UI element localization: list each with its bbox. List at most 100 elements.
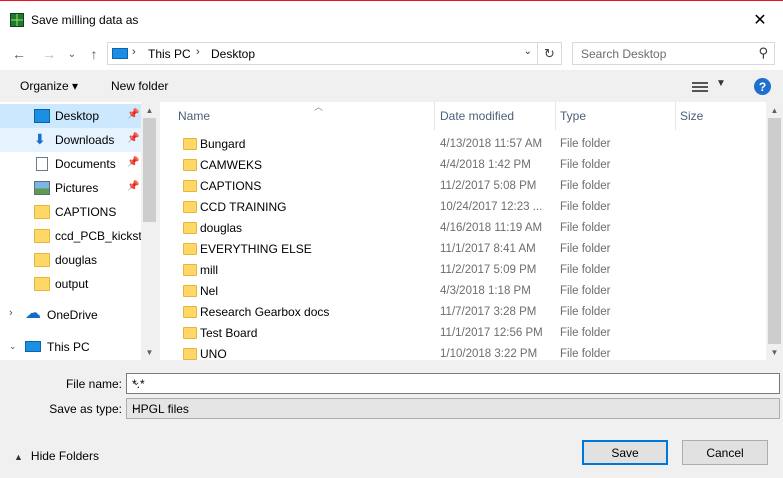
column-header-type[interactable]: Type: [556, 102, 676, 130]
file-list-pane: Name ︿ Date modified Type Size Bungard 4…: [160, 102, 783, 360]
back-arrow-icon[interactable]: ←: [9, 44, 29, 64]
address-bar[interactable]: › This PC › Desktop ⌄ ↻: [107, 42, 562, 65]
folder-icon: [183, 201, 197, 213]
file-name-label: File name:: [65, 377, 122, 391]
refresh-icon[interactable]: ↻: [537, 43, 561, 64]
breadcrumb-this-pc[interactable]: This PC: [148, 47, 191, 61]
folder-icon: [183, 138, 197, 150]
file-name: Bungard: [200, 137, 246, 151]
this-pc-icon: [112, 48, 128, 59]
folder-icon: [34, 253, 50, 267]
file-row[interactable]: Test Board 11/1/2017 12:56 PM File folde…: [160, 323, 766, 344]
command-toolbar: Organize ▾ New folder ▼ ?: [0, 70, 783, 102]
file-row[interactable]: mill 11/2/2017 5:09 PM File folder: [160, 260, 766, 281]
sort-ascending-icon: ︿: [314, 102, 324, 112]
recent-locations-chevron-icon[interactable]: ⌄: [62, 44, 82, 64]
close-button[interactable]: ✕: [737, 1, 783, 39]
file-row[interactable]: Bungard 4/13/2018 11:57 AM File folder: [160, 134, 766, 155]
window-title: Save milling data as: [31, 13, 139, 27]
scroll-up-icon[interactable]: ▲: [141, 102, 158, 118]
pin-icon: 📌: [127, 133, 140, 144]
file-date: 11/2/2017 5:09 PM: [440, 264, 537, 276]
file-date: 4/3/2018 1:18 PM: [440, 285, 531, 297]
save-button[interactable]: Save: [582, 440, 668, 465]
sidebar-item-ccd-pcb[interactable]: ccd_PCB_kicksta: [0, 224, 141, 248]
file-row[interactable]: EVERYTHING ELSE 11/1/2017 8:41 AM File f…: [160, 239, 766, 260]
search-box[interactable]: Search Desktop ⚲: [572, 42, 775, 65]
file-row[interactable]: CCD TRAINING 10/24/2017 12:23 ... File f…: [160, 197, 766, 218]
navigation-pane: Desktop 📌 ⬇ Downloads 📌 Documents 📌 Pict…: [0, 102, 158, 360]
file-row[interactable]: Nel 4/3/2018 1:18 PM File folder: [160, 281, 766, 302]
cancel-button[interactable]: Cancel: [682, 440, 768, 465]
sidebar-item-label: output: [55, 277, 89, 291]
folder-icon: [34, 229, 50, 243]
scroll-up-icon[interactable]: ▲: [766, 102, 783, 118]
sidebar-item-pictures[interactable]: Pictures 📌: [0, 176, 141, 200]
folder-icon: [183, 327, 197, 339]
forward-arrow-icon[interactable]: →: [39, 44, 59, 64]
file-row[interactable]: CAMWEKS 4/4/2018 1:42 PM File folder: [160, 155, 766, 176]
sidebar-item-output[interactable]: output: [0, 272, 141, 296]
folder-icon: [183, 285, 197, 297]
file-type: File folder: [560, 327, 611, 339]
sidebar-item-label: This PC: [47, 340, 90, 354]
folder-icon: [183, 222, 197, 234]
file-name-input[interactable]: *.* ⌄: [126, 373, 780, 394]
breadcrumb-desktop[interactable]: Desktop: [211, 47, 255, 61]
sidebar-item-onedrive[interactable]: › ☁ OneDrive: [0, 303, 141, 327]
save-type-select[interactable]: HPGL files ⌄: [126, 398, 780, 419]
folder-icon: [183, 348, 197, 360]
search-icon: ⚲: [758, 45, 768, 60]
column-header-date[interactable]: Date modified: [436, 102, 556, 130]
file-type: File folder: [560, 222, 611, 234]
address-dropdown-icon[interactable]: ⌄: [524, 46, 532, 57]
sidebar-item-downloads[interactable]: ⬇ Downloads 📌: [0, 128, 141, 152]
file-name: CAMWEKS: [200, 158, 263, 172]
title-bar: Save milling data as ✕: [0, 0, 783, 38]
file-date: 10/24/2017 12:23 ...: [440, 201, 543, 213]
scrollbar-thumb[interactable]: [143, 118, 156, 222]
file-row[interactable]: Research Gearbox docs 11/7/2017 3:28 PM …: [160, 302, 766, 323]
breadcrumb-separator-icon: ›: [196, 46, 200, 58]
navigation-pane-scrollbar[interactable]: ▲ ▼: [141, 102, 158, 360]
file-date: 1/10/2018 3:22 PM: [440, 348, 538, 360]
expand-chevron-icon[interactable]: ›: [9, 307, 13, 319]
sidebar-item-captions[interactable]: CAPTIONS: [0, 200, 141, 224]
sidebar-item-documents[interactable]: Documents 📌: [0, 152, 141, 176]
file-type: File folder: [560, 306, 611, 318]
file-list-scrollbar[interactable]: ▲ ▼: [766, 102, 783, 360]
view-options-icon[interactable]: [692, 80, 708, 92]
column-header-label: Date modified: [440, 109, 515, 123]
hide-folders-button[interactable]: ▲ Hide Folders: [14, 449, 99, 463]
sidebar-item-desktop[interactable]: Desktop 📌: [0, 104, 141, 128]
file-type: File folder: [560, 243, 611, 255]
scroll-down-icon[interactable]: ▼: [766, 344, 783, 360]
scroll-down-icon[interactable]: ▼: [141, 344, 158, 360]
help-icon[interactable]: ?: [754, 78, 771, 95]
file-name: douglas: [200, 221, 243, 235]
column-header-name[interactable]: Name ︿: [174, 102, 435, 130]
file-date: 11/1/2017 8:41 AM: [440, 243, 536, 255]
save-type-label: Save as type:: [49, 402, 122, 416]
file-row[interactable]: CAPTIONS 11/2/2017 5:08 PM File folder: [160, 176, 766, 197]
file-row[interactable]: UNO 1/10/2018 3:22 PM File folder: [160, 344, 766, 360]
folder-icon: [183, 306, 197, 318]
sidebar-item-this-pc[interactable]: ⌄ This PC: [0, 335, 141, 359]
collapse-chevron-icon[interactable]: ⌄: [9, 341, 17, 352]
file-name-dropdown-icon[interactable]: ⌄: [132, 377, 775, 388]
view-dropdown-icon[interactable]: ▼: [716, 78, 726, 89]
new-folder-button[interactable]: New folder: [111, 79, 168, 93]
save-type-dropdown-icon[interactable]: ⌄: [132, 402, 775, 413]
up-arrow-icon[interactable]: ↑: [84, 44, 104, 64]
file-name: Research Gearbox docs: [200, 305, 330, 319]
sidebar-item-label: OneDrive: [47, 308, 98, 322]
organize-button[interactable]: Organize ▾: [20, 79, 78, 93]
folder-icon: [183, 264, 197, 276]
sidebar-item-douglas[interactable]: douglas: [0, 248, 141, 272]
sidebar-item-label: ccd_PCB_kicksta: [55, 229, 141, 243]
scrollbar-thumb[interactable]: [768, 118, 781, 344]
file-name: CAPTIONS: [200, 179, 262, 193]
column-header-size[interactable]: Size: [676, 102, 766, 130]
file-type: File folder: [560, 180, 611, 192]
file-row[interactable]: douglas 4/16/2018 11:19 AM File folder: [160, 218, 766, 239]
